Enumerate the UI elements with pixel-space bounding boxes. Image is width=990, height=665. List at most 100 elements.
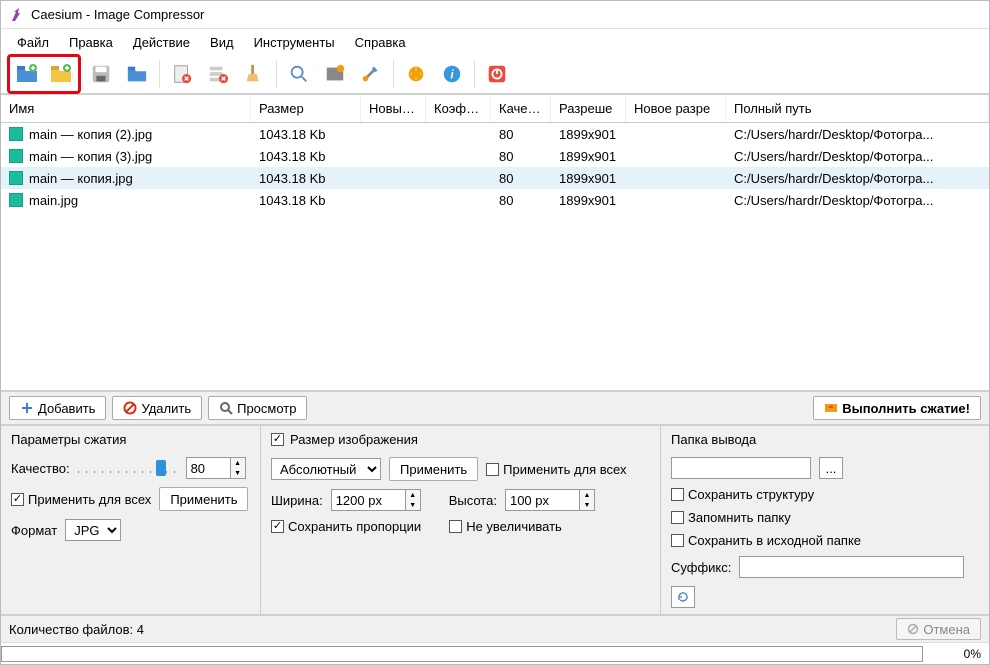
apply-size-button[interactable]: Применить bbox=[389, 457, 478, 481]
remove-item-button[interactable] bbox=[166, 58, 198, 90]
file-quality: 80 bbox=[491, 169, 551, 188]
table-row[interactable]: main.jpg1043.18 Kb801899x901C:/Users/har… bbox=[1, 189, 989, 211]
col-newsize[interactable]: Новый р bbox=[361, 95, 426, 122]
width-spinner[interactable]: ▲▼ bbox=[331, 489, 421, 511]
file-size: 1043.18 Kb bbox=[251, 169, 361, 188]
menu-file[interactable]: Файл bbox=[7, 32, 59, 53]
spin-down-icon[interactable]: ▼ bbox=[231, 468, 245, 478]
exit-button[interactable] bbox=[481, 58, 513, 90]
height-spinner[interactable]: ▲▼ bbox=[505, 489, 595, 511]
file-resolution: 1899x901 bbox=[551, 147, 626, 166]
table-row[interactable]: main — копия (2).jpg1043.18 Kb801899x901… bbox=[1, 123, 989, 145]
remove-list-button[interactable] bbox=[202, 58, 234, 90]
compress-icon bbox=[824, 401, 838, 415]
table-header: Имя Размер Новый р Коэффи Качеств Разреш… bbox=[1, 95, 989, 123]
image-settings-button[interactable] bbox=[319, 58, 351, 90]
size-mode-select[interactable]: Абсолютный bbox=[271, 458, 381, 480]
delete-button[interactable]: Удалить bbox=[112, 396, 202, 420]
checkbox-icon bbox=[271, 520, 284, 533]
apply-quality-button[interactable]: Применить bbox=[159, 487, 248, 511]
checkbox-icon bbox=[486, 463, 499, 476]
forbidden-icon bbox=[907, 623, 919, 635]
file-path: C:/Users/hardr/Desktop/Фотогра... bbox=[726, 169, 989, 188]
file-count: Количество файлов: 4 bbox=[9, 622, 144, 637]
file-resolution: 1899x901 bbox=[551, 125, 626, 144]
height-value[interactable] bbox=[505, 489, 580, 511]
add-folder-button[interactable] bbox=[45, 58, 77, 90]
suffix-reset-button[interactable] bbox=[671, 586, 695, 608]
preview-button[interactable]: Просмотр bbox=[208, 396, 307, 420]
quality-value[interactable] bbox=[186, 457, 231, 479]
spin-down-icon[interactable]: ▼ bbox=[580, 500, 594, 510]
info-button[interactable]: i bbox=[436, 58, 468, 90]
clear-button[interactable] bbox=[238, 58, 270, 90]
table-row[interactable]: main — копия.jpg1043.18 Kb801899x901C:/U… bbox=[1, 167, 989, 189]
settings-button[interactable] bbox=[355, 58, 387, 90]
spin-up-icon[interactable]: ▲ bbox=[406, 490, 420, 500]
menu-view[interactable]: Вид bbox=[200, 32, 244, 53]
keep-ratio-checkbox[interactable]: Сохранить пропорции bbox=[271, 519, 421, 534]
col-path[interactable]: Полный путь bbox=[726, 95, 989, 122]
file-size: 1043.18 Kb bbox=[251, 125, 361, 144]
save-button[interactable] bbox=[85, 58, 117, 90]
spin-up-icon[interactable]: ▲ bbox=[231, 458, 245, 468]
table-body[interactable]: main — копия (2).jpg1043.18 Kb801899x901… bbox=[1, 123, 989, 390]
plus-icon bbox=[20, 401, 34, 415]
quality-spinner[interactable]: ▲▼ bbox=[186, 457, 246, 479]
menu-action[interactable]: Действие bbox=[123, 32, 200, 53]
spin-up-icon[interactable]: ▲ bbox=[580, 490, 594, 500]
col-quality[interactable]: Качеств bbox=[491, 95, 551, 122]
cancel-button[interactable]: Отмена bbox=[896, 618, 981, 640]
output-header: Папка вывода bbox=[671, 432, 979, 447]
file-name: main — копия.jpg bbox=[29, 171, 133, 186]
col-res[interactable]: Разреше bbox=[551, 95, 626, 122]
file-quality: 80 bbox=[491, 147, 551, 166]
col-newres[interactable]: Новое разре bbox=[626, 95, 726, 122]
add-button[interactable]: Добавить bbox=[9, 396, 106, 420]
quality-slider[interactable] bbox=[78, 458, 178, 478]
width-value[interactable] bbox=[331, 489, 406, 511]
menu-help[interactable]: Справка bbox=[345, 32, 416, 53]
file-icon bbox=[9, 193, 23, 207]
progress-label: 0% bbox=[929, 647, 989, 661]
col-name[interactable]: Имя bbox=[1, 95, 251, 122]
size-apply-all-checkbox[interactable]: Применить для всех bbox=[486, 462, 626, 477]
file-table: Имя Размер Новый р Коэффи Качеств Разреш… bbox=[1, 95, 989, 392]
keep-structure-checkbox[interactable]: Сохранить структуру bbox=[671, 487, 814, 502]
menu-tools[interactable]: Инструменты bbox=[244, 32, 345, 53]
reset-icon bbox=[677, 591, 689, 603]
suffix-input[interactable] bbox=[739, 556, 964, 578]
output-panel: Папка вывода ... Сохранить структуру Зап… bbox=[661, 426, 989, 614]
width-label: Ширина: bbox=[271, 493, 323, 508]
checkbox-icon bbox=[671, 488, 684, 501]
output-path[interactable] bbox=[671, 457, 811, 479]
remember-folder-checkbox[interactable]: Запомнить папку bbox=[671, 510, 791, 525]
action-bar: Добавить Удалить Просмотр Выполнить сжат… bbox=[1, 392, 989, 426]
compress-label: Выполнить сжатие! bbox=[842, 401, 970, 416]
col-ratio[interactable]: Коэффи bbox=[426, 95, 491, 122]
table-row[interactable]: main — копия (3).jpg1043.18 Kb801899x901… bbox=[1, 145, 989, 167]
apply-all-label: Применить для всех bbox=[28, 492, 151, 507]
imagesize-header-cb[interactable]: Размер изображения bbox=[271, 432, 650, 447]
separator bbox=[474, 60, 475, 88]
no-enlarge-checkbox[interactable]: Не увеличивать bbox=[449, 519, 562, 534]
open-folder-button[interactable] bbox=[121, 58, 153, 90]
same-folder-checkbox[interactable]: Сохранить в исходной папке bbox=[671, 533, 861, 548]
zoom-button[interactable] bbox=[283, 58, 315, 90]
progress-row: 0% bbox=[1, 642, 989, 664]
file-resolution: 1899x901 bbox=[551, 191, 626, 210]
menu-edit[interactable]: Правка bbox=[59, 32, 123, 53]
spin-down-icon[interactable]: ▼ bbox=[406, 500, 420, 510]
file-path: C:/Users/hardr/Desktop/Фотогра... bbox=[726, 191, 989, 210]
add-files-button[interactable] bbox=[11, 58, 43, 90]
compress-button[interactable]: Выполнить сжатие! bbox=[813, 396, 981, 420]
separator bbox=[159, 60, 160, 88]
update-button[interactable] bbox=[400, 58, 432, 90]
app-icon bbox=[9, 7, 25, 23]
format-select[interactable]: JPG bbox=[65, 519, 121, 541]
delete-label: Удалить bbox=[141, 401, 191, 416]
file-icon bbox=[9, 149, 23, 163]
browse-button[interactable]: ... bbox=[819, 457, 843, 479]
apply-all-checkbox[interactable]: Применить для всех bbox=[11, 492, 151, 507]
col-size[interactable]: Размер bbox=[251, 95, 361, 122]
